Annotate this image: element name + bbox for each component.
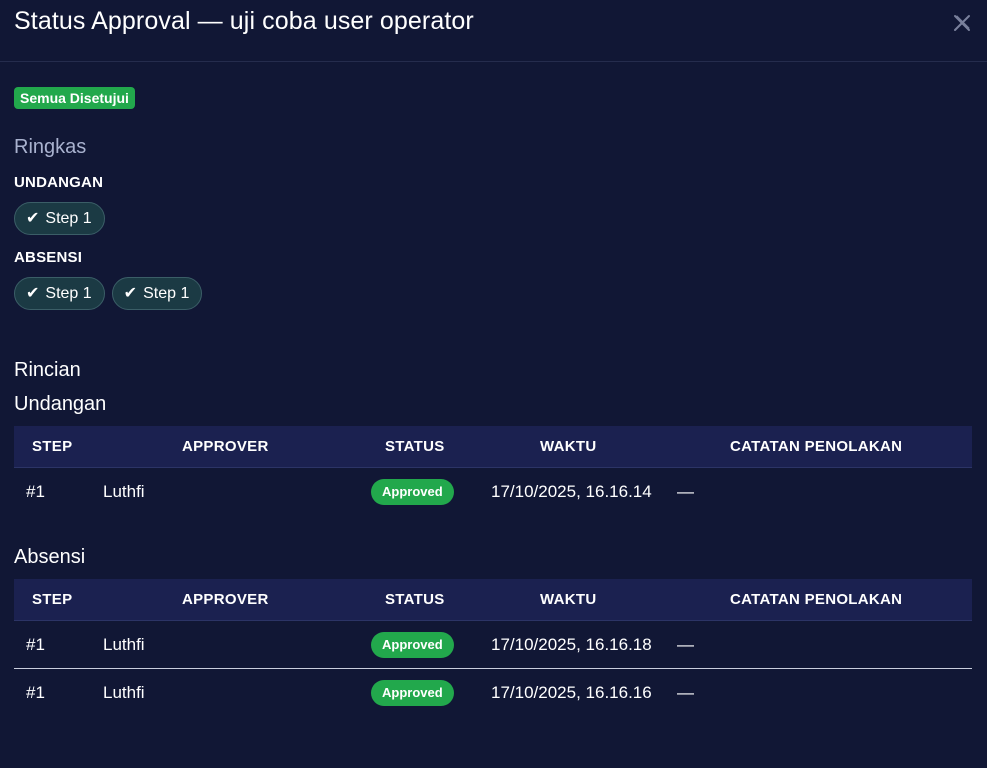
step-chip: ✔ Step 1 [14, 277, 105, 310]
column-header-approver: APPROVER [102, 579, 352, 621]
column-header-rejection-note: CATATAN PENOLAKAN [677, 426, 972, 468]
step-chip-label: Step 1 [143, 284, 190, 302]
table-row: #1 Luthfi Approved 17/10/2025, 16.16.14 … [14, 468, 972, 516]
table-row: #1 Luthfi Approved 17/10/2025, 16.16.18 … [14, 620, 972, 669]
undangan-table: STEP APPROVER STATUS WAKTU CATATAN PENOL… [14, 426, 972, 515]
step-chip-label: Step 1 [45, 284, 92, 302]
column-header-status: STATUS [352, 426, 486, 468]
approval-status-dialog: Status Approval — uji coba user operator… [0, 0, 987, 768]
summary-title: Ringkas [14, 136, 87, 158]
summary-group-label: UNDANGAN [14, 174, 104, 191]
cell-time: 17/10/2025, 16.16.14 [491, 481, 652, 501]
cell-status: Approved [352, 620, 486, 669]
empty-note: — [677, 481, 694, 501]
table-row: #1 Luthfi Approved 17/10/2025, 16.16.16 … [14, 669, 972, 717]
cell-step: #1 [14, 620, 102, 669]
approved-status-pill: Approved [371, 679, 454, 706]
cell-time: 17/10/2025, 16.16.16 [491, 682, 652, 702]
cell-time: 17/10/2025, 16.16.18 [486, 620, 677, 669]
column-header-time: WAKTU [486, 579, 677, 621]
close-button[interactable] [950, 11, 974, 35]
cell-approver: Luthfi [103, 682, 145, 702]
check-icon: ✔ [123, 284, 138, 302]
column-header-step: STEP [14, 426, 102, 468]
cell-rejection-note: — [677, 620, 972, 669]
undangan-section-title: Undangan [14, 393, 107, 415]
cell-rejection-note: — [677, 468, 972, 516]
step-chip: ✔ Step 1 [14, 202, 105, 235]
cell-step: #1 [26, 481, 45, 501]
approved-status-pill: Approved [371, 478, 454, 505]
column-header-step: STEP [14, 579, 102, 621]
step-chip-label: Step 1 [45, 209, 92, 227]
cell-approver: Luthfi [103, 481, 145, 501]
check-icon: ✔ [26, 284, 40, 302]
absensi-section-title: Absensi [14, 546, 86, 568]
empty-note: — [677, 682, 694, 702]
dialog-header: Status Approval — uji coba user operator [0, 0, 987, 62]
cell-approver: Luthfi [102, 620, 352, 669]
approved-status-pill: Approved [371, 631, 454, 658]
close-icon [954, 15, 970, 31]
cell-rejection-note: — [677, 669, 972, 717]
cell-step: #1 [26, 682, 45, 702]
column-header-time: WAKTU [486, 426, 677, 468]
column-header-status: STATUS [352, 579, 486, 621]
summary-absensi-chips: ✔ Step 1 ✔ Step 1 [14, 277, 203, 310]
absensi-table: STEP APPROVER STATUS WAKTU CATATAN PENOL… [14, 579, 972, 716]
summary-group-label: ABSENSI [14, 249, 83, 266]
summary-undangan-chips: ✔ Step 1 [14, 202, 105, 235]
cell-status: Approved [352, 468, 486, 516]
overall-status-badge: Semua Disetujui [14, 87, 135, 109]
check-icon: ✔ [26, 209, 40, 227]
step-chip: ✔ Step 1 [111, 277, 203, 310]
column-header-approver: APPROVER [102, 426, 352, 468]
details-title: Rincian [14, 359, 81, 381]
column-header-rejection-note: CATATAN PENOLAKAN [677, 579, 972, 621]
cell-status: Approved [352, 669, 486, 717]
empty-note: — [677, 634, 694, 654]
table-header-row: STEP APPROVER STATUS WAKTU CATATAN PENOL… [14, 426, 972, 468]
dialog-title: Status Approval — uji coba user operator [14, 7, 474, 35]
table-header-row: STEP APPROVER STATUS WAKTU CATATAN PENOL… [14, 579, 972, 621]
